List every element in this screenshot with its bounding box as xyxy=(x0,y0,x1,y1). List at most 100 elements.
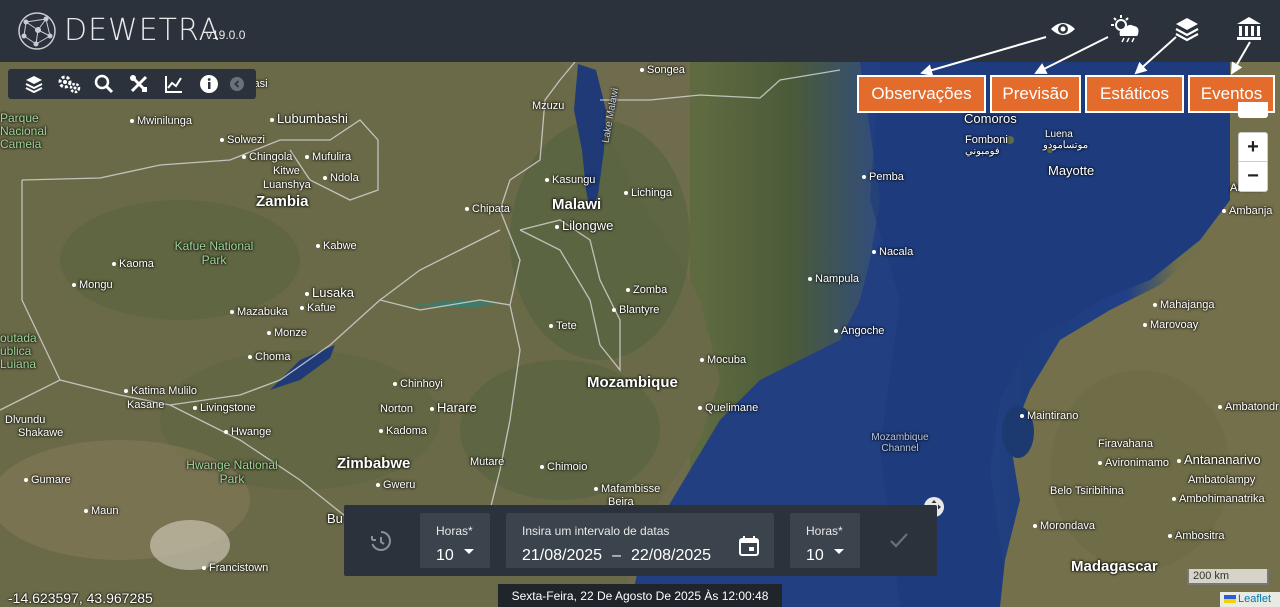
place-label: Firavahana xyxy=(1098,438,1154,450)
place-label: Chinhoyi xyxy=(393,378,443,390)
place-label: Chingola xyxy=(242,151,292,163)
place-label: Kafue xyxy=(300,302,336,314)
place-label: Blantyre xyxy=(612,304,659,316)
sea-label: Mozambique Channel xyxy=(871,432,929,454)
place-label: Kitwe xyxy=(273,165,300,177)
confirm-check-icon[interactable] xyxy=(888,529,910,556)
country-label: Mozambique xyxy=(587,374,678,391)
place-label: Ambatolampy xyxy=(1188,474,1256,486)
place-label: Morondava xyxy=(1033,520,1095,532)
place-label: Hwange xyxy=(224,426,271,438)
place-label: Livingstone xyxy=(193,402,256,414)
end-hours-value: 10 xyxy=(806,547,824,564)
start-hours-select[interactable]: Horas* 10 xyxy=(420,513,490,568)
date-range-input[interactable]: Insira um intervalo de datas 21/08/2025 … xyxy=(506,513,774,568)
search-icon[interactable] xyxy=(86,69,121,99)
place-label: موتسامودو xyxy=(1043,140,1089,151)
place-label: Francistown xyxy=(202,562,268,574)
place-label: Kasungu xyxy=(545,174,595,186)
attribution-text: Leaflet xyxy=(1238,593,1272,605)
park-label: Kafue National Park xyxy=(174,239,254,267)
place-label: Luena xyxy=(1045,129,1073,140)
place-label: Norton xyxy=(380,403,414,415)
chevron-down-icon xyxy=(834,549,844,554)
country-label: Zimbabwe xyxy=(337,455,411,472)
edge-label: ublica xyxy=(0,344,32,358)
place-label: Mazabuka xyxy=(230,306,288,318)
start-hours-value: 10 xyxy=(436,547,454,564)
ukraine-flag-icon xyxy=(1224,595,1236,604)
calendar-icon[interactable] xyxy=(738,535,760,562)
edge-label: Cameia xyxy=(0,137,42,151)
date-range-value: 21/08/2025 – 22/08/2025 xyxy=(522,547,711,565)
place-label: Kabwe xyxy=(316,240,357,252)
date-to: 22/08/2025 xyxy=(630,547,712,564)
place-label: Ambohimanatrika xyxy=(1172,493,1265,505)
map-toolbar xyxy=(8,69,256,99)
zoom-control: + − xyxy=(1238,132,1268,192)
place-label: Ambatondr xyxy=(1218,401,1279,413)
edge-label: Nacional xyxy=(0,124,47,138)
place-label: Pemba xyxy=(862,171,904,183)
park-label: Hwange National Park xyxy=(186,458,278,486)
place-label: Mufulira xyxy=(305,151,351,163)
place-label: Kasane xyxy=(127,399,165,411)
place-label: Mocuba xyxy=(700,354,746,366)
country-label: Madagascar xyxy=(1071,558,1158,575)
leaflet-attribution-link[interactable]: Leaflet xyxy=(1220,592,1280,607)
edge-label: Luiana xyxy=(0,357,37,371)
time-range-panel: Horas* 10 Insira um intervalo de datas 2… xyxy=(344,505,937,576)
callout-forecast[interactable]: Previsão xyxy=(990,75,1081,113)
country-label: Malawi xyxy=(552,196,602,213)
place-label: Nacala xyxy=(872,246,913,258)
place-label: Maintirano xyxy=(1020,410,1078,422)
place-label: Gumare xyxy=(24,474,71,486)
place-label: Antananarivo xyxy=(1177,452,1261,467)
info-icon[interactable] xyxy=(191,69,226,99)
place-label: Maun xyxy=(84,505,119,517)
map-scale: 200 km xyxy=(1187,569,1269,585)
place-label: Katima Mulilo xyxy=(124,385,197,397)
date-separator: – xyxy=(612,547,621,564)
callout-static[interactable]: Estáticos xyxy=(1085,75,1184,113)
place-label: Harare xyxy=(430,400,477,415)
chevron-left-icon[interactable] xyxy=(230,77,244,91)
date-range-label: Insira um intervalo de datas xyxy=(522,524,670,538)
place-label: Bu xyxy=(327,511,343,526)
layers-icon[interactable] xyxy=(16,69,51,99)
chart-icon[interactable] xyxy=(156,69,191,99)
place-label: Zomba xyxy=(626,284,667,296)
zoom-in-button[interactable]: + xyxy=(1239,133,1267,162)
place-label: Dlvundu xyxy=(5,414,46,426)
place-label: Chipata xyxy=(465,203,510,215)
place-label: Fomboni xyxy=(965,134,1008,146)
edge-label: outada xyxy=(0,331,37,345)
place-label: Shakawe xyxy=(18,427,64,439)
place-label: Mongu xyxy=(72,279,113,291)
settings-icon[interactable] xyxy=(51,69,86,99)
history-icon[interactable] xyxy=(368,529,392,558)
place-label: Chimoio xyxy=(540,461,587,473)
place-label: Angoche xyxy=(834,325,884,337)
tools-icon[interactable] xyxy=(121,69,156,99)
place-label: Kaoma xyxy=(112,258,154,270)
place-label: Solwezi xyxy=(220,134,265,146)
callout-observations[interactable]: Observações xyxy=(857,75,986,113)
place-label: Ndola xyxy=(323,172,359,184)
map-control-stub xyxy=(1238,102,1268,118)
current-datetime: Sexta-Feira, 22 De Agosto De 2025 Às 12:… xyxy=(498,584,782,607)
country-label: Zambia xyxy=(256,193,309,210)
place-label: Kadoma xyxy=(379,425,427,437)
place-label: Ambanja xyxy=(1222,205,1272,217)
place-label: Lilongwe xyxy=(555,218,613,233)
place-label: Avironimamo xyxy=(1098,457,1169,469)
place-label: Gweru xyxy=(376,479,415,491)
place-label: Ambositra xyxy=(1168,530,1225,542)
end-hours-select[interactable]: Horas* 10 xyxy=(790,513,860,568)
end-hours-label: Horas* xyxy=(806,524,843,538)
zoom-out-button[interactable]: − xyxy=(1239,162,1267,191)
place-label: Nampula xyxy=(808,273,859,285)
place-label: Mafambisse xyxy=(594,483,660,495)
place-label: Belo Tsiribihina xyxy=(1050,485,1124,497)
date-from: 21/08/2025 xyxy=(522,547,603,564)
